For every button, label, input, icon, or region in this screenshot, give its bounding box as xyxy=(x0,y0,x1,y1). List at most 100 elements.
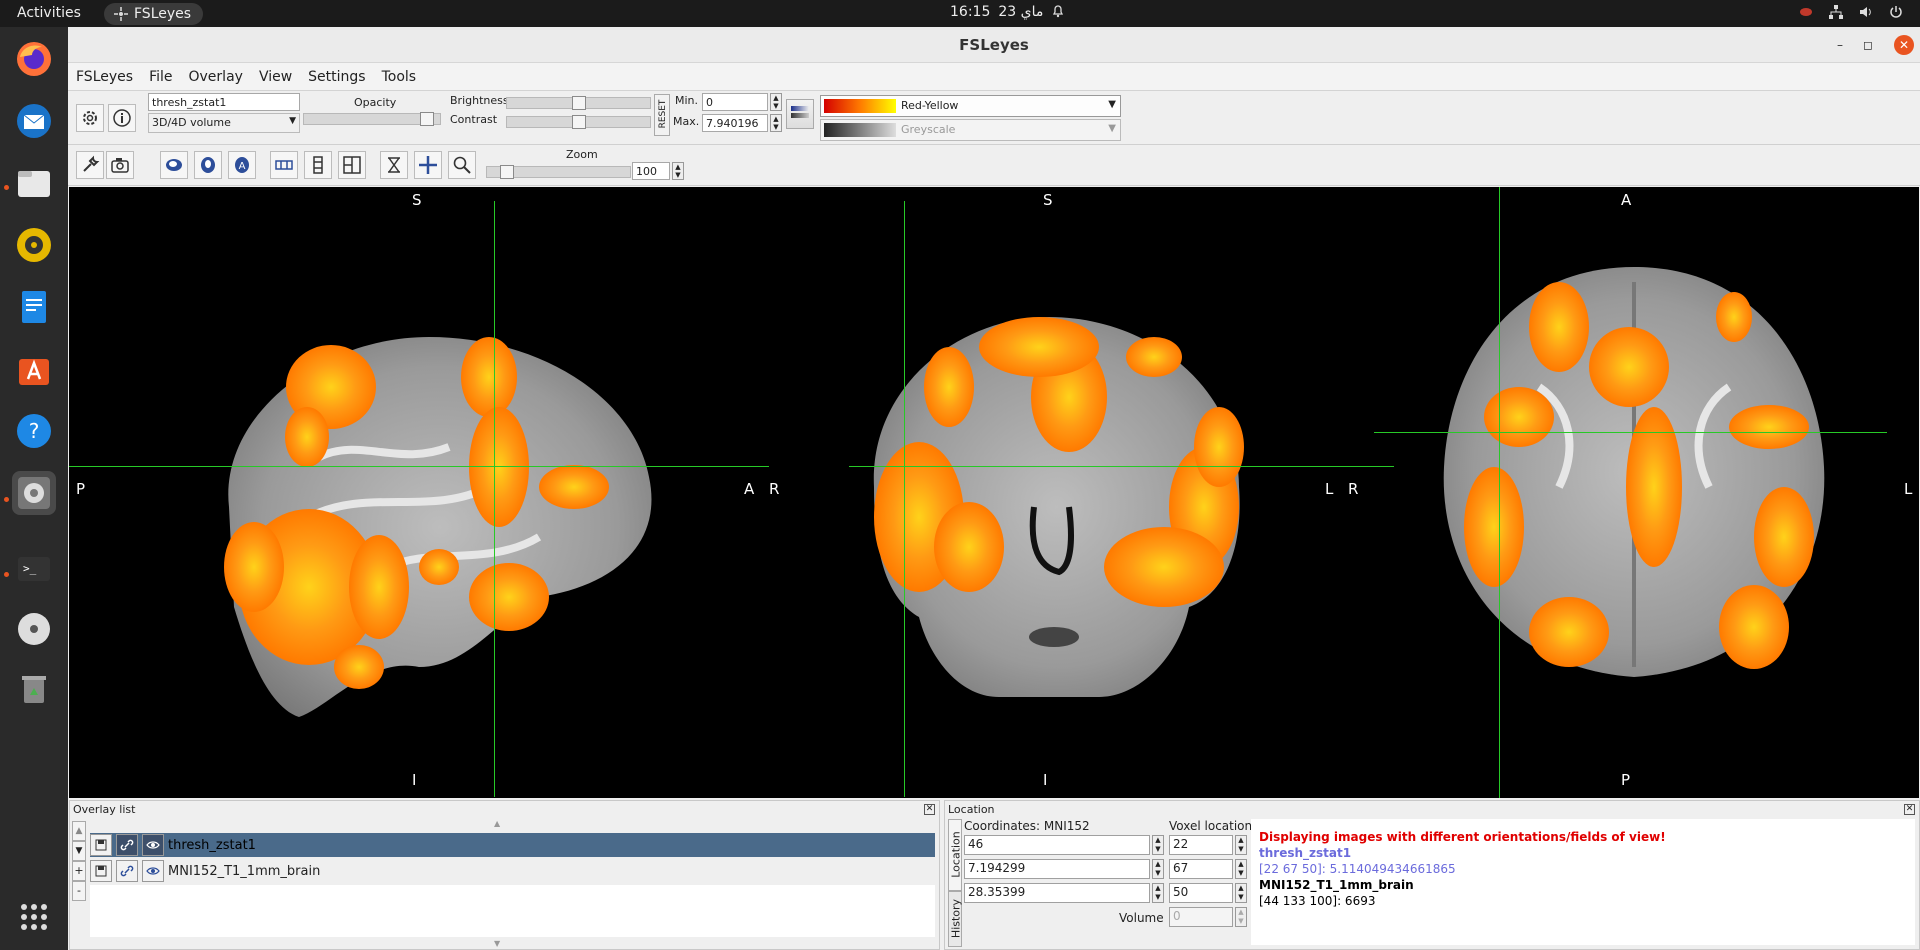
system-tray[interactable] xyxy=(1798,4,1904,20)
sagittal-top-label: S xyxy=(412,191,422,209)
reset-button[interactable]: RESET xyxy=(654,94,670,136)
world-z-spinner[interactable]: ▲ ▼ xyxy=(1152,883,1164,903)
voxel-z-input[interactable]: 50 xyxy=(1169,883,1233,903)
menu-file[interactable]: File xyxy=(149,69,172,85)
trash-launcher[interactable] xyxy=(12,667,56,711)
max-spinner[interactable]: ▲ ▼ xyxy=(770,114,782,132)
overlay-list-item[interactable]: thresh_zstat1 xyxy=(90,833,935,857)
toggle-labels-button[interactable] xyxy=(380,151,408,179)
show-apps-button[interactable] xyxy=(12,895,56,939)
zoom-input[interactable]: 100 xyxy=(632,162,670,180)
zoom-slider[interactable] xyxy=(486,165,631,179)
help-launcher[interactable]: ? xyxy=(12,409,56,453)
clock[interactable]: 16:15 23 ماي xyxy=(950,4,1065,20)
clock-time: 16:15 xyxy=(950,4,991,20)
min-spinner[interactable]: ▲ ▼ xyxy=(770,93,782,111)
voxel-x-input[interactable]: 22 xyxy=(1169,835,1233,855)
menu-overlay[interactable]: Overlay xyxy=(189,69,243,85)
software-launcher[interactable] xyxy=(12,347,56,391)
location-panel: Location ✕ Location History Coordinates:… xyxy=(944,800,1920,950)
colormap-select[interactable]: Red-Yellow ▼ xyxy=(820,95,1121,117)
scroll-down-icon[interactable]: ▼ xyxy=(494,939,500,948)
toggle-axial-button[interactable]: A xyxy=(228,151,256,179)
opacity-slider[interactable] xyxy=(303,112,441,126)
terminal-launcher[interactable]: >_ xyxy=(12,547,56,591)
move-up-button[interactable]: ▲ xyxy=(72,821,86,841)
brightness-slider-knob[interactable] xyxy=(572,96,586,110)
colourmap-options-button[interactable] xyxy=(786,99,814,129)
fsleyes-launcher[interactable] xyxy=(12,471,56,515)
link-icon[interactable] xyxy=(116,834,138,856)
voxel-x-spinner[interactable]: ▲ ▼ xyxy=(1235,835,1247,855)
eye-icon[interactable] xyxy=(142,834,164,856)
toggle-sagittal-button[interactable] xyxy=(160,151,188,179)
voxel-y-input[interactable]: 67 xyxy=(1169,859,1233,879)
world-y-input[interactable]: 7.194299 xyxy=(964,859,1150,879)
voxel-z-spinner[interactable]: ▲ ▼ xyxy=(1235,883,1247,903)
writer-launcher[interactable] xyxy=(12,285,56,329)
toggle-coronal-button[interactable] xyxy=(194,151,222,179)
world-z-input[interactable]: 28.35399 xyxy=(964,883,1150,903)
zoom-slider-knob[interactable] xyxy=(500,165,514,179)
brain-tray-icon xyxy=(1800,8,1812,16)
grid-layout-button[interactable] xyxy=(338,151,366,179)
vertical-layout-button[interactable] xyxy=(304,151,332,179)
close-icon[interactable]: ✕ xyxy=(924,804,935,815)
tab-location[interactable]: Location xyxy=(948,819,963,891)
overlay-info-button[interactable] xyxy=(108,104,136,132)
brightness-slider[interactable] xyxy=(506,96,651,110)
window-titlebar[interactable]: FSLeyes – ◻ ✕ xyxy=(68,27,1920,63)
close-button[interactable]: ✕ xyxy=(1894,35,1914,55)
eye-icon[interactable] xyxy=(142,860,164,882)
zoom-spinner[interactable]: ▲ ▼ xyxy=(672,162,684,180)
world-y-spinner[interactable]: ▲ ▼ xyxy=(1152,859,1164,879)
horizontal-layout-button[interactable] xyxy=(270,151,298,179)
rhythmbox-launcher[interactable] xyxy=(12,223,56,267)
menu-fsleyes[interactable]: FSLeyes xyxy=(76,69,133,85)
ortho-view-canvas[interactable]: S I P A S I R L A P R L xyxy=(69,187,1919,798)
menu-tools[interactable]: Tools xyxy=(382,69,417,85)
zoom-mode-button[interactable] xyxy=(448,151,476,179)
remove-overlay-button[interactable]: - xyxy=(72,881,86,901)
opacity-slider-knob[interactable] xyxy=(420,112,434,126)
screenshot-button[interactable] xyxy=(106,151,134,179)
tab-history[interactable]: History xyxy=(948,891,963,947)
files-launcher[interactable] xyxy=(12,161,56,205)
disc-launcher[interactable] xyxy=(12,607,56,651)
menu-view[interactable]: View xyxy=(259,69,292,85)
move-down-button[interactable]: ▼ xyxy=(72,841,86,861)
world-x-spinner[interactable]: ▲ ▼ xyxy=(1152,835,1164,855)
voxel-y-spinner[interactable]: ▲ ▼ xyxy=(1235,859,1247,879)
display-settings-button[interactable] xyxy=(76,104,104,132)
firefox-launcher[interactable] xyxy=(12,37,56,81)
colormap-swatch xyxy=(824,99,896,113)
close-icon[interactable]: ✕ xyxy=(1904,804,1915,815)
overlay-name-input[interactable]: thresh_zstat1 xyxy=(148,93,300,111)
volume-input[interactable]: 0 xyxy=(1169,907,1233,927)
view-settings-button[interactable] xyxy=(76,151,104,179)
save-icon[interactable] xyxy=(90,860,112,882)
scroll-up-icon[interactable]: ▲ xyxy=(494,819,500,828)
max-input[interactable]: 7.940196 xyxy=(702,114,768,132)
volume-spinner[interactable]: ▲ ▼ xyxy=(1235,907,1247,927)
add-overlay-button[interactable]: + xyxy=(72,861,86,881)
save-icon[interactable] xyxy=(90,834,112,856)
maximize-button[interactable]: ◻ xyxy=(1858,35,1878,55)
contrast-slider-knob[interactable] xyxy=(572,115,586,129)
min-input[interactable]: 0 xyxy=(702,93,768,111)
menu-settings[interactable]: Settings xyxy=(308,69,365,85)
link-icon[interactable] xyxy=(116,860,138,882)
gear-icon xyxy=(83,111,97,125)
activities-button[interactable]: Activities xyxy=(17,5,81,21)
app-menu-button[interactable]: FSLeyes xyxy=(104,3,204,25)
axial-slice xyxy=(1443,267,1825,677)
negative-colormap-select[interactable]: Greyscale ▼ xyxy=(820,119,1121,141)
overlay-list-item[interactable]: MNI152_T1_1mm_brain xyxy=(90,859,935,883)
overlay-list-panel: Overlay list ✕ ▲ ▼ + - ▲ ▼ thresh_zstat1… xyxy=(69,800,940,950)
overlay-type-select[interactable]: 3D/4D volume ▼ xyxy=(148,113,300,133)
world-x-input[interactable]: 46 xyxy=(964,835,1150,855)
contrast-slider[interactable] xyxy=(506,115,651,129)
thunderbird-launcher[interactable] xyxy=(12,99,56,143)
toggle-cursor-button[interactable] xyxy=(414,151,442,179)
minimize-button[interactable]: – xyxy=(1830,35,1850,55)
